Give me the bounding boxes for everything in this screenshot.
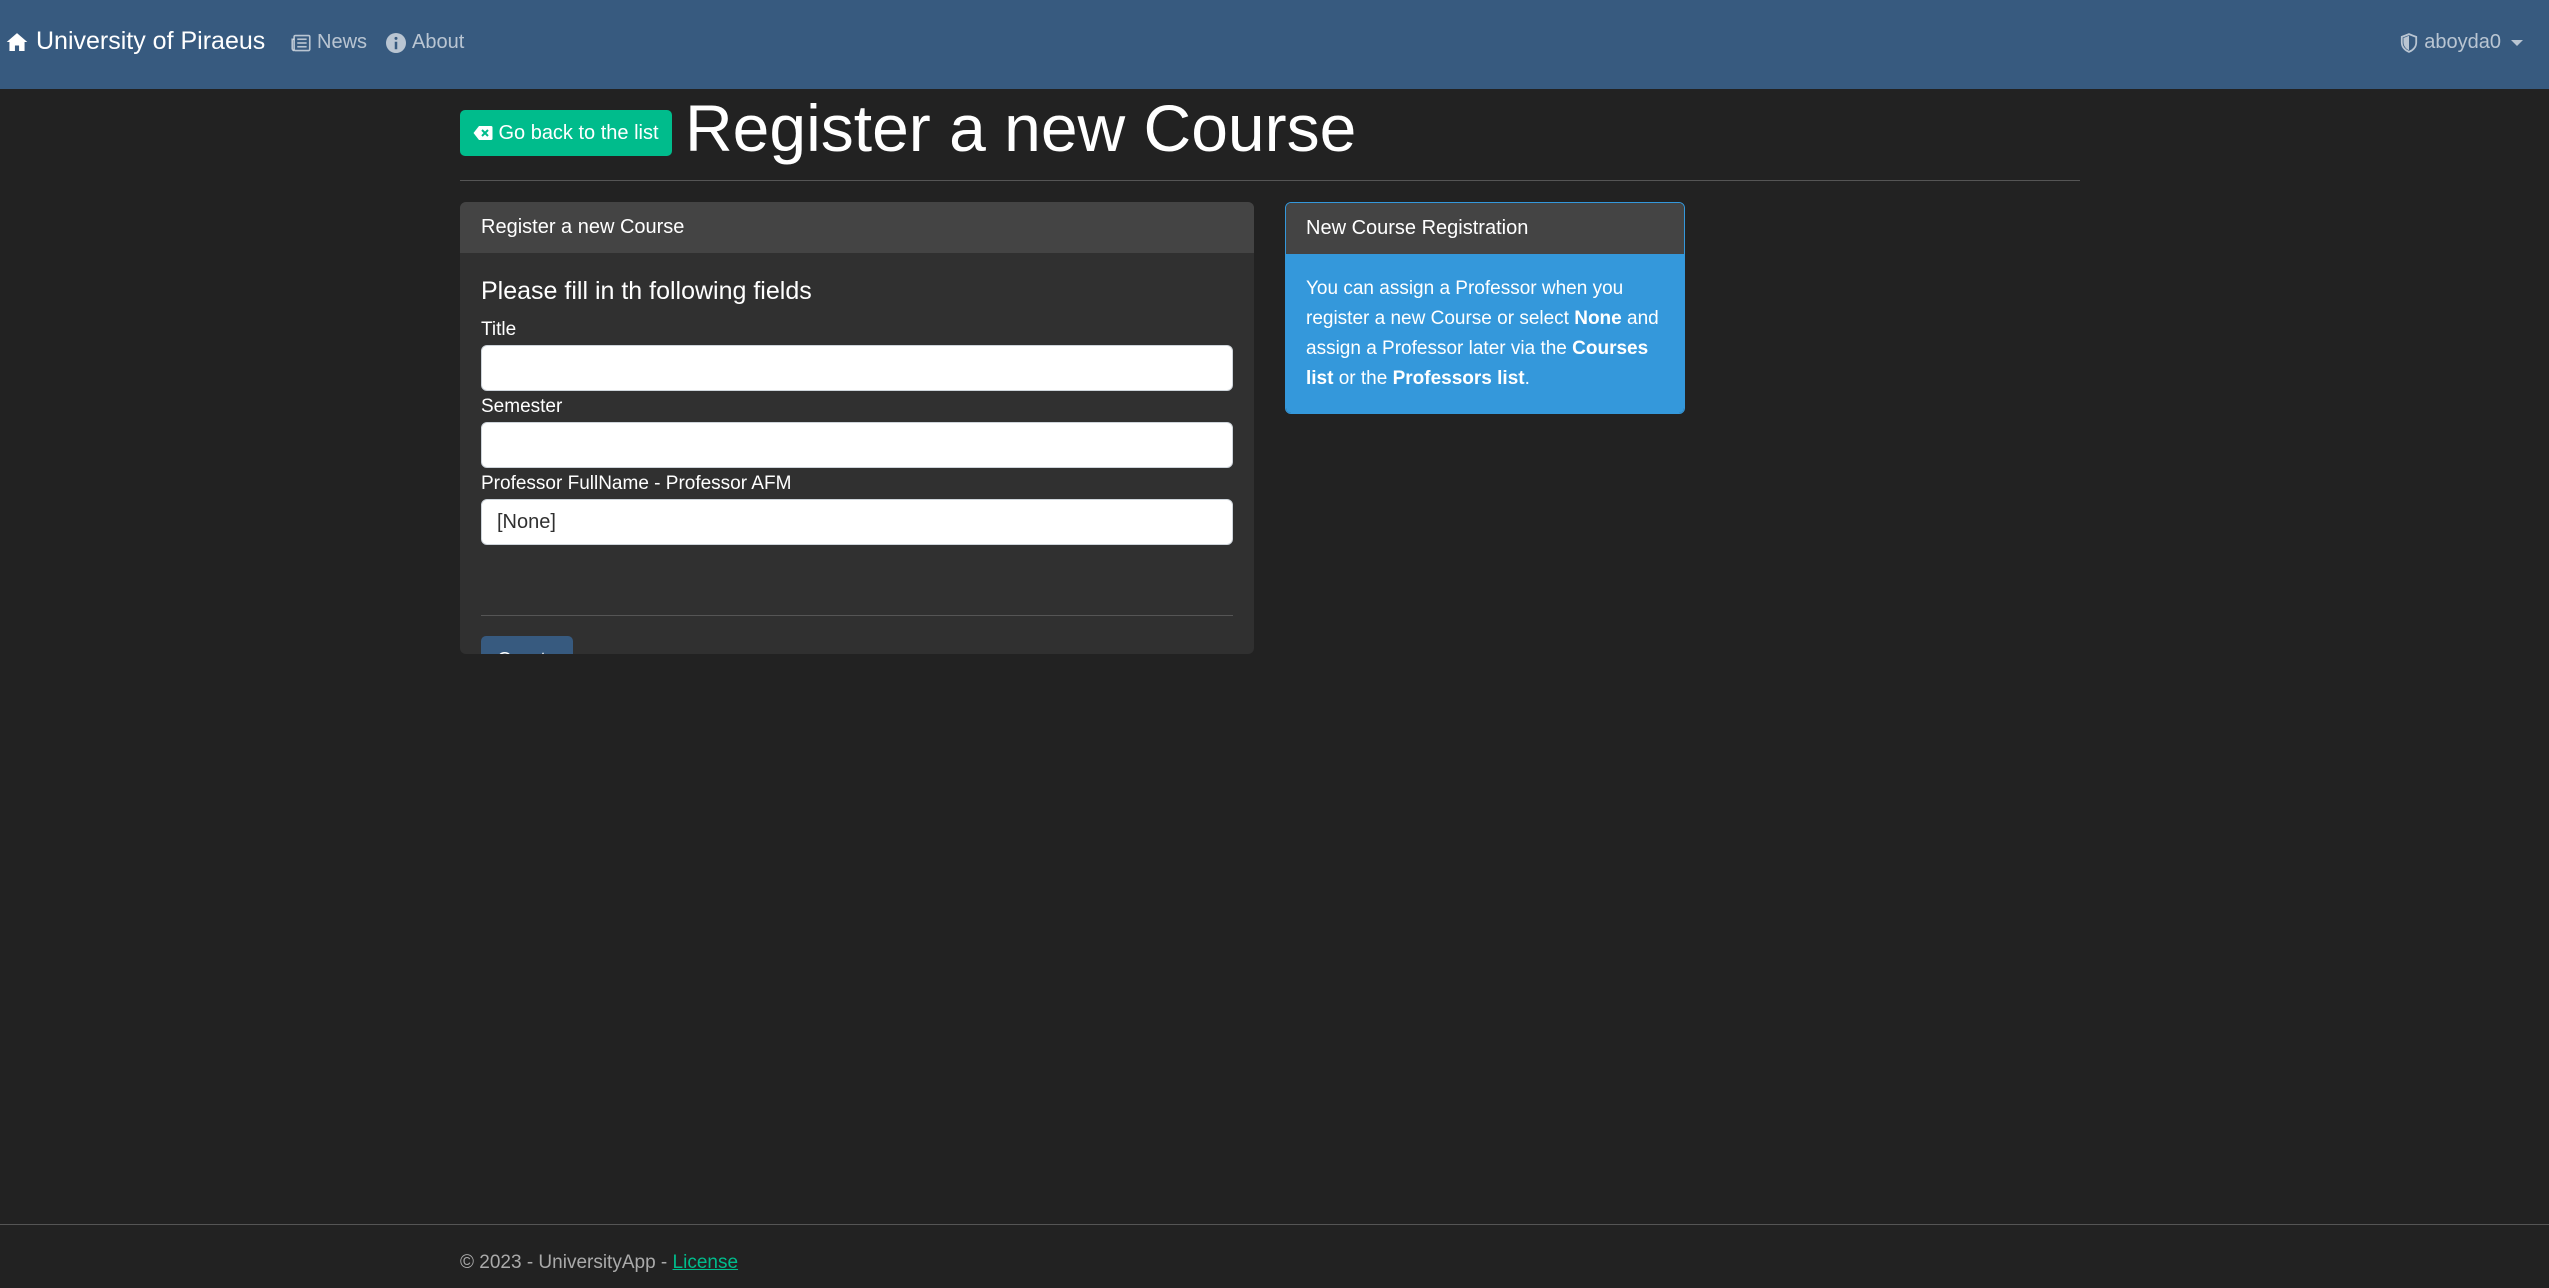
register-course-card: Register a new Course Please fill in th … [460, 202, 1254, 654]
info-card-body: You can assign a Professor when you regi… [1286, 254, 1684, 413]
card-header: Register a new Course [460, 202, 1254, 253]
title-input[interactable] [481, 345, 1233, 391]
user-dropdown[interactable]: aboyda0 [2400, 31, 2523, 54]
nav-news[interactable]: News [291, 31, 367, 54]
nav-about[interactable]: About [386, 31, 464, 54]
info-bold-none: None [1574, 308, 1622, 329]
go-back-label: Go back to the list [498, 121, 659, 144]
semester-input[interactable] [481, 422, 1233, 468]
newspaper-icon [291, 34, 311, 52]
info-card: New Course Registration You can assign a… [1285, 202, 1685, 414]
backspace-icon [473, 125, 493, 141]
professor-select[interactable]: [None] [481, 499, 1233, 545]
info-text-3: or the [1333, 368, 1393, 389]
nav-news-label: News [317, 31, 368, 53]
create-button[interactable]: Create [481, 636, 573, 654]
professor-label: Professor FullName - Professor AFM [481, 473, 792, 494]
semester-label: Semester [481, 396, 563, 417]
shield-icon [2400, 32, 2418, 53]
license-link[interactable]: License [673, 1252, 739, 1273]
user-name: aboyda0 [2424, 31, 2501, 53]
navbar: University of Piraeus News About aboyda0 [0, 0, 2549, 89]
info-bold-professors-list: Professors list [1392, 368, 1525, 389]
info-text-4: . [1524, 368, 1530, 389]
home-icon [6, 31, 28, 53]
info-icon [386, 32, 406, 53]
go-back-button[interactable]: Go back to the list [460, 110, 672, 156]
brand-link[interactable]: University of Piraeus [6, 27, 265, 56]
footer-divider [0, 1224, 2549, 1225]
page-title: Register a new Course [685, 91, 1357, 165]
card-divider [481, 615, 1233, 616]
divider [460, 180, 2080, 181]
info-card-header: New Course Registration [1286, 203, 1684, 254]
footer: © 2023 - UniversityApp - License [460, 1252, 738, 1274]
title-label: Title [481, 319, 517, 340]
footer-text: © 2023 - UniversityApp - [460, 1252, 673, 1273]
chevron-down-icon [2511, 39, 2523, 46]
form-intro: Please fill in th following fields [481, 277, 812, 305]
nav-about-label: About [412, 31, 465, 53]
brand-label: University of Piraeus [36, 27, 266, 55]
